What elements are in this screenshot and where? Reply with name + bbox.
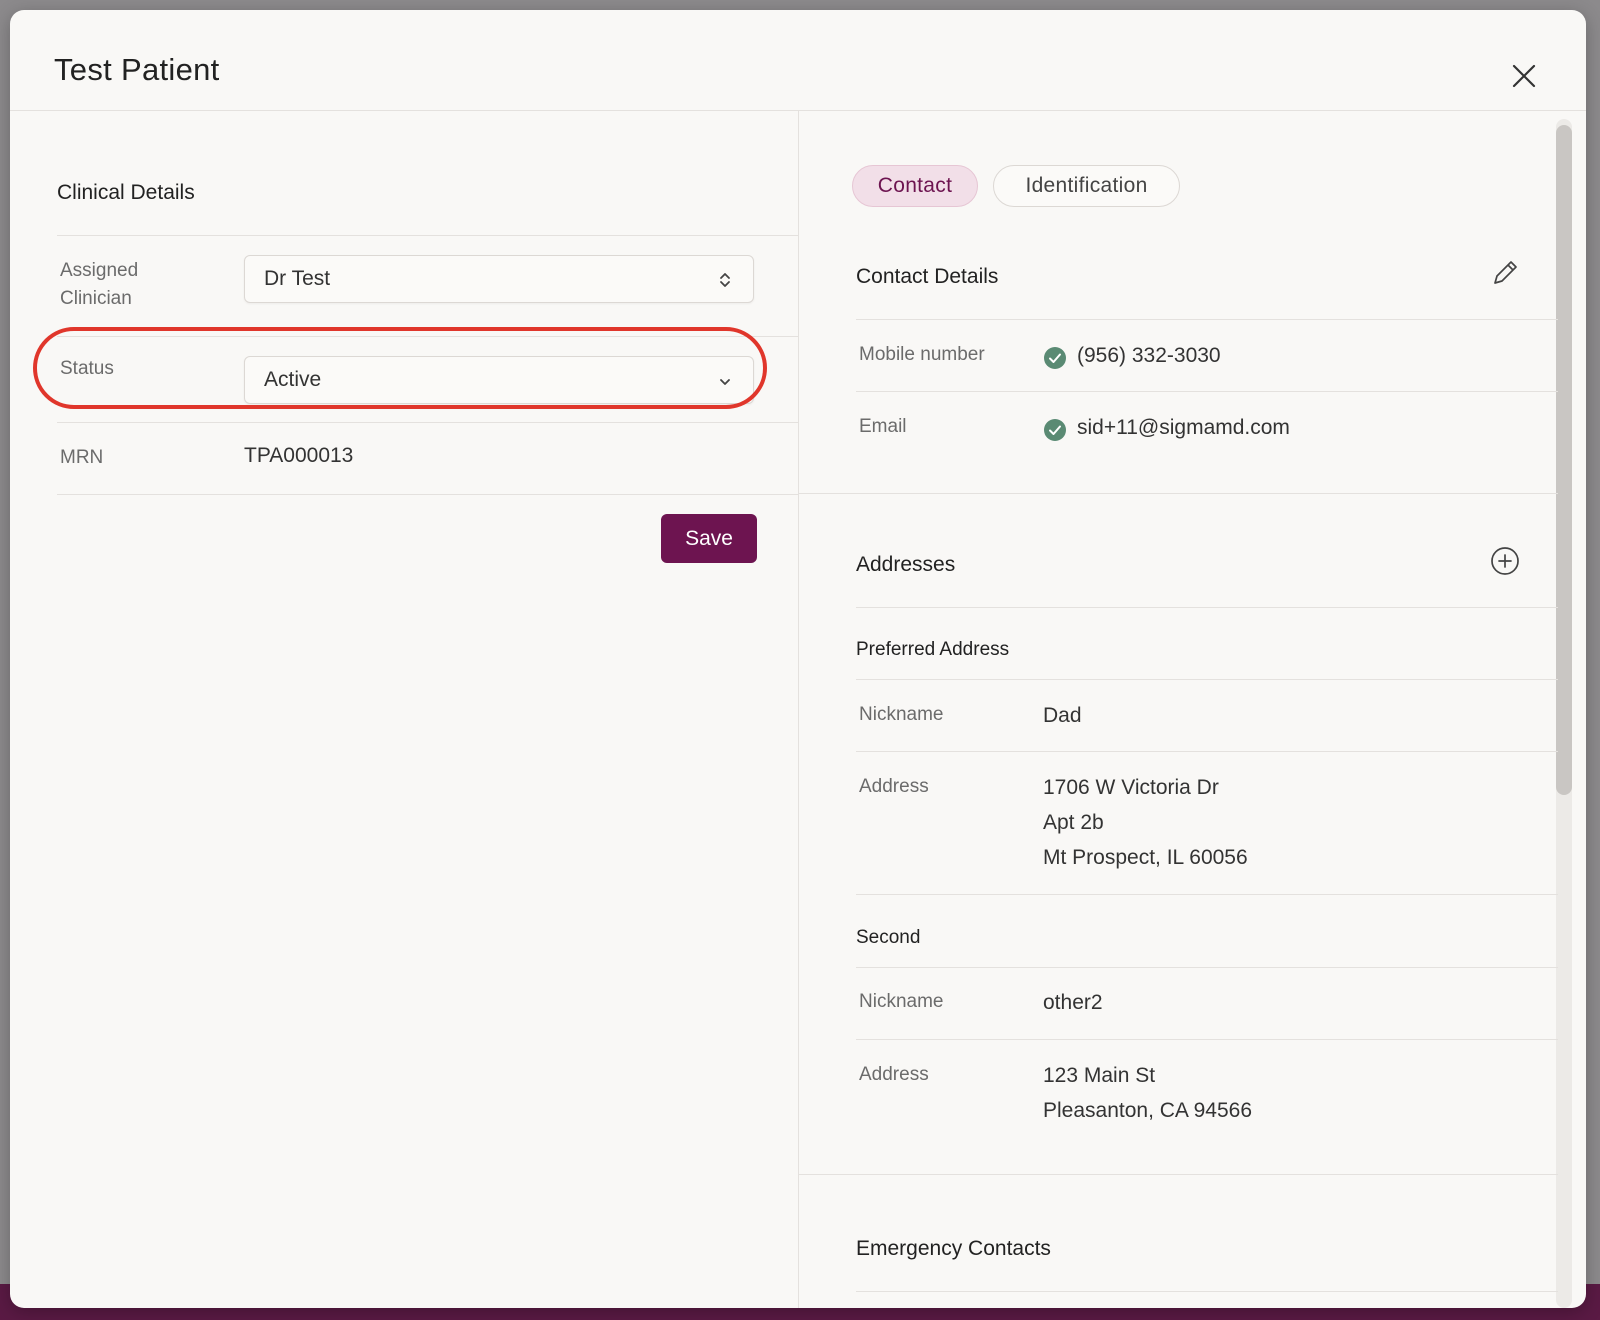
email-label: Email [859, 416, 907, 437]
divider [856, 751, 1558, 752]
divider [856, 1291, 1558, 1292]
assigned-clinician-value: Dr Test [264, 267, 331, 290]
tab-identification[interactable]: Identification [993, 165, 1180, 207]
divider [57, 422, 798, 423]
divider [856, 967, 1558, 968]
contact-details-title: Contact Details [856, 265, 999, 288]
check-circle-icon [1044, 347, 1066, 369]
divider [799, 493, 1558, 494]
second-address-title: Second [856, 927, 921, 948]
save-button[interactable]: Save [661, 514, 757, 563]
divider [856, 894, 1558, 895]
mobile-value: (956) 332-3030 [1077, 344, 1221, 367]
email-value: sid+11@sigmamd.com [1077, 416, 1290, 439]
preferred-address-label: Address [859, 776, 929, 797]
close-icon [1512, 64, 1536, 88]
close-button[interactable] [1504, 56, 1544, 96]
chevron-down-icon [720, 379, 730, 385]
second-nickname-value: other2 [1043, 991, 1103, 1014]
scrollbar-thumb[interactable] [1556, 125, 1572, 795]
status-select[interactable]: Active [244, 356, 754, 404]
status-value: Active [264, 368, 322, 391]
modal-title: Test Patient [54, 52, 220, 87]
preferred-address-line-3: Mt Prospect, IL 60056 [1043, 846, 1248, 869]
chevron-up-down-icon [720, 273, 730, 287]
contact-pane: Contact Identification Contact Details M… [799, 111, 1586, 1308]
clinical-details-title: Clinical Details [57, 181, 195, 204]
pencil-icon [1494, 261, 1517, 284]
emergency-contacts-title: Emergency Contacts [856, 1237, 1051, 1260]
preferred-address-line-2: Apt 2b [1043, 811, 1104, 834]
divider [57, 336, 798, 337]
plus-circle-icon [1491, 547, 1519, 575]
divider [856, 679, 1558, 680]
mobile-label: Mobile number [859, 344, 985, 365]
addresses-title: Addresses [856, 553, 956, 576]
mrn-value: TPA000013 [244, 444, 354, 467]
patient-modal: Test Patient Clinical Details Assigned C… [10, 10, 1586, 1308]
preferred-address-line-1: 1706 W Victoria Dr [1043, 776, 1219, 799]
edit-contact-button[interactable] [1489, 257, 1521, 289]
divider [856, 607, 1558, 608]
assigned-clinician-label: Assigned Clinician [60, 260, 139, 309]
second-address-label: Address [859, 1064, 929, 1085]
preferred-address-title: Preferred Address [856, 639, 1010, 660]
divider [57, 235, 798, 236]
second-address-line-2: Pleasanton, CA 94566 [1043, 1099, 1252, 1122]
divider [856, 319, 1558, 320]
divider [799, 1174, 1558, 1175]
status-label: Status [60, 358, 114, 379]
clinical-details-pane: Clinical Details Assigned Clinician Dr T… [10, 111, 799, 1308]
preferred-nickname-value: Dad [1043, 704, 1082, 727]
divider [856, 1039, 1558, 1040]
divider [57, 494, 798, 495]
add-address-button[interactable] [1489, 545, 1521, 577]
check-circle-icon [1044, 419, 1066, 441]
mrn-label: MRN [60, 447, 104, 468]
second-nickname-label: Nickname [859, 991, 944, 1012]
assigned-clinician-select[interactable]: Dr Test [244, 255, 754, 303]
tab-contact[interactable]: Contact [852, 165, 978, 207]
second-address-line-1: 123 Main St [1043, 1064, 1156, 1087]
divider [856, 391, 1558, 392]
modal-header: Test Patient [10, 10, 1586, 111]
preferred-nickname-label: Nickname [859, 704, 944, 725]
